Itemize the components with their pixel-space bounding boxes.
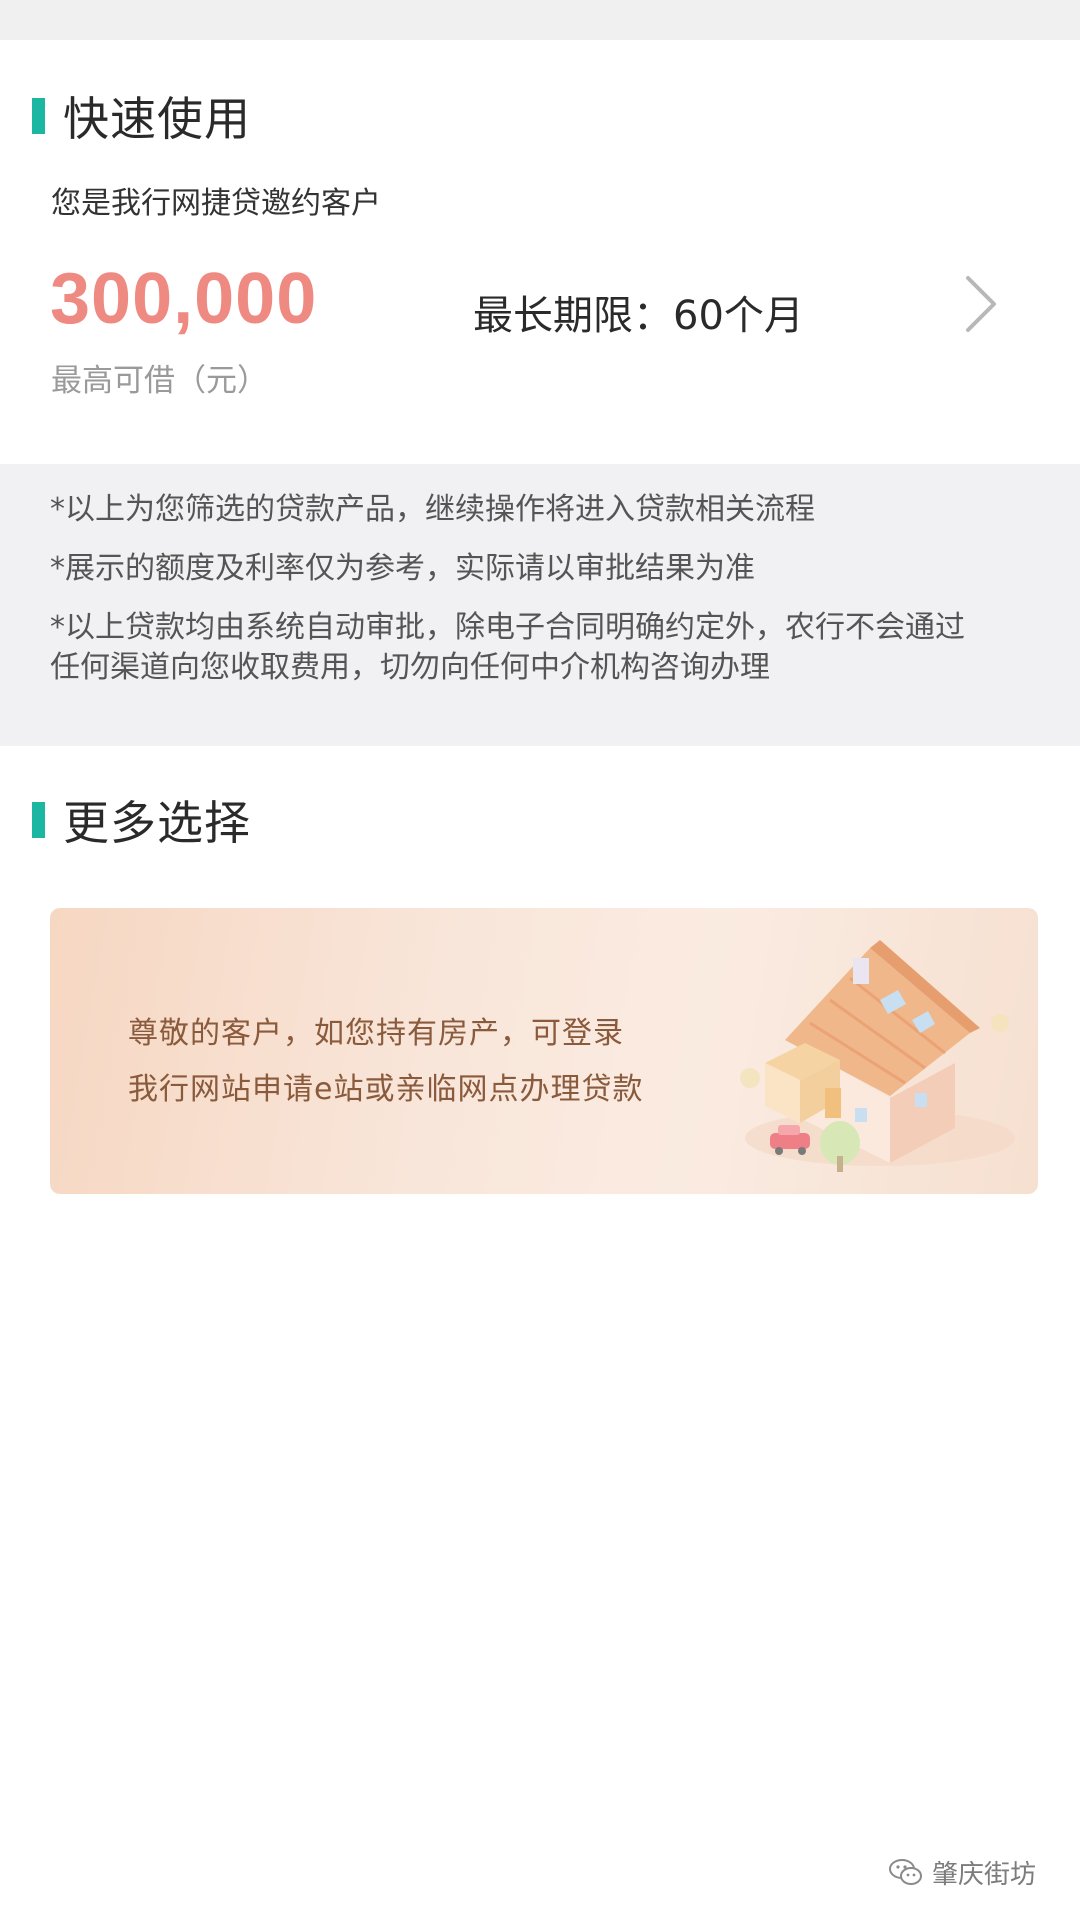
disclaimer-line-3: *以上贷款均由系统自动审批，除电子合同明确约定外，农行不会通过	[50, 610, 965, 645]
max-loan-label: 最高可借（元）	[51, 363, 268, 399]
banner-line-2: 我行网站申请e站或亲临网点办理贷款	[128, 1072, 644, 1107]
invited-customer-text: 您是我行网捷贷邀约客户	[51, 186, 381, 221]
section-accent-bar	[32, 802, 45, 838]
more-choices-title: 更多选择	[63, 796, 251, 850]
disclaimer-line-2: *展示的额度及利率仅为参考，实际请以审批结果为准	[50, 551, 755, 586]
max-loan-amount: 300,000	[50, 259, 318, 339]
watermark-text: 肇庆街坊	[932, 1859, 1037, 1890]
wechat-watermark: 肇庆街坊	[888, 1854, 1036, 1890]
disclaimer-panel: *以上为您筛选的贷款产品，继续操作将进入贷款相关流程 *展示的额度及利率仅为参考…	[0, 464, 1080, 746]
quick-use-title: 快速使用	[63, 92, 251, 146]
banner-line-1: 尊敬的客户，如您持有房产，可登录	[128, 1016, 624, 1051]
loan-page: 快速使用 您是我行网捷贷邀约客户 300,000 最高可借（元） 最长期限：60…	[0, 0, 1080, 1920]
house-illustration-icon	[740, 940, 1015, 1172]
wechat-icon	[889, 1859, 922, 1885]
property-loan-banner[interactable]: 尊敬的客户，如您持有房产，可登录 我行网站申请e站或亲临网点办理贷款	[50, 908, 1038, 1194]
disclaimer-line-4: 任何渠道向您收取费用，切勿向任何中介机构咨询办理	[50, 650, 770, 685]
max-term-text: 最长期限：60个月	[473, 293, 804, 339]
quick-use-header: 快速使用	[32, 86, 251, 146]
top-divider-strip	[0, 0, 1080, 40]
disclaimer-line-1: *以上为您筛选的贷款产品，继续操作将进入贷款相关流程	[50, 492, 815, 527]
section-accent-bar	[32, 98, 45, 134]
chevron-right-icon[interactable]	[960, 272, 1004, 336]
more-choices-header: 更多选择	[32, 790, 251, 850]
